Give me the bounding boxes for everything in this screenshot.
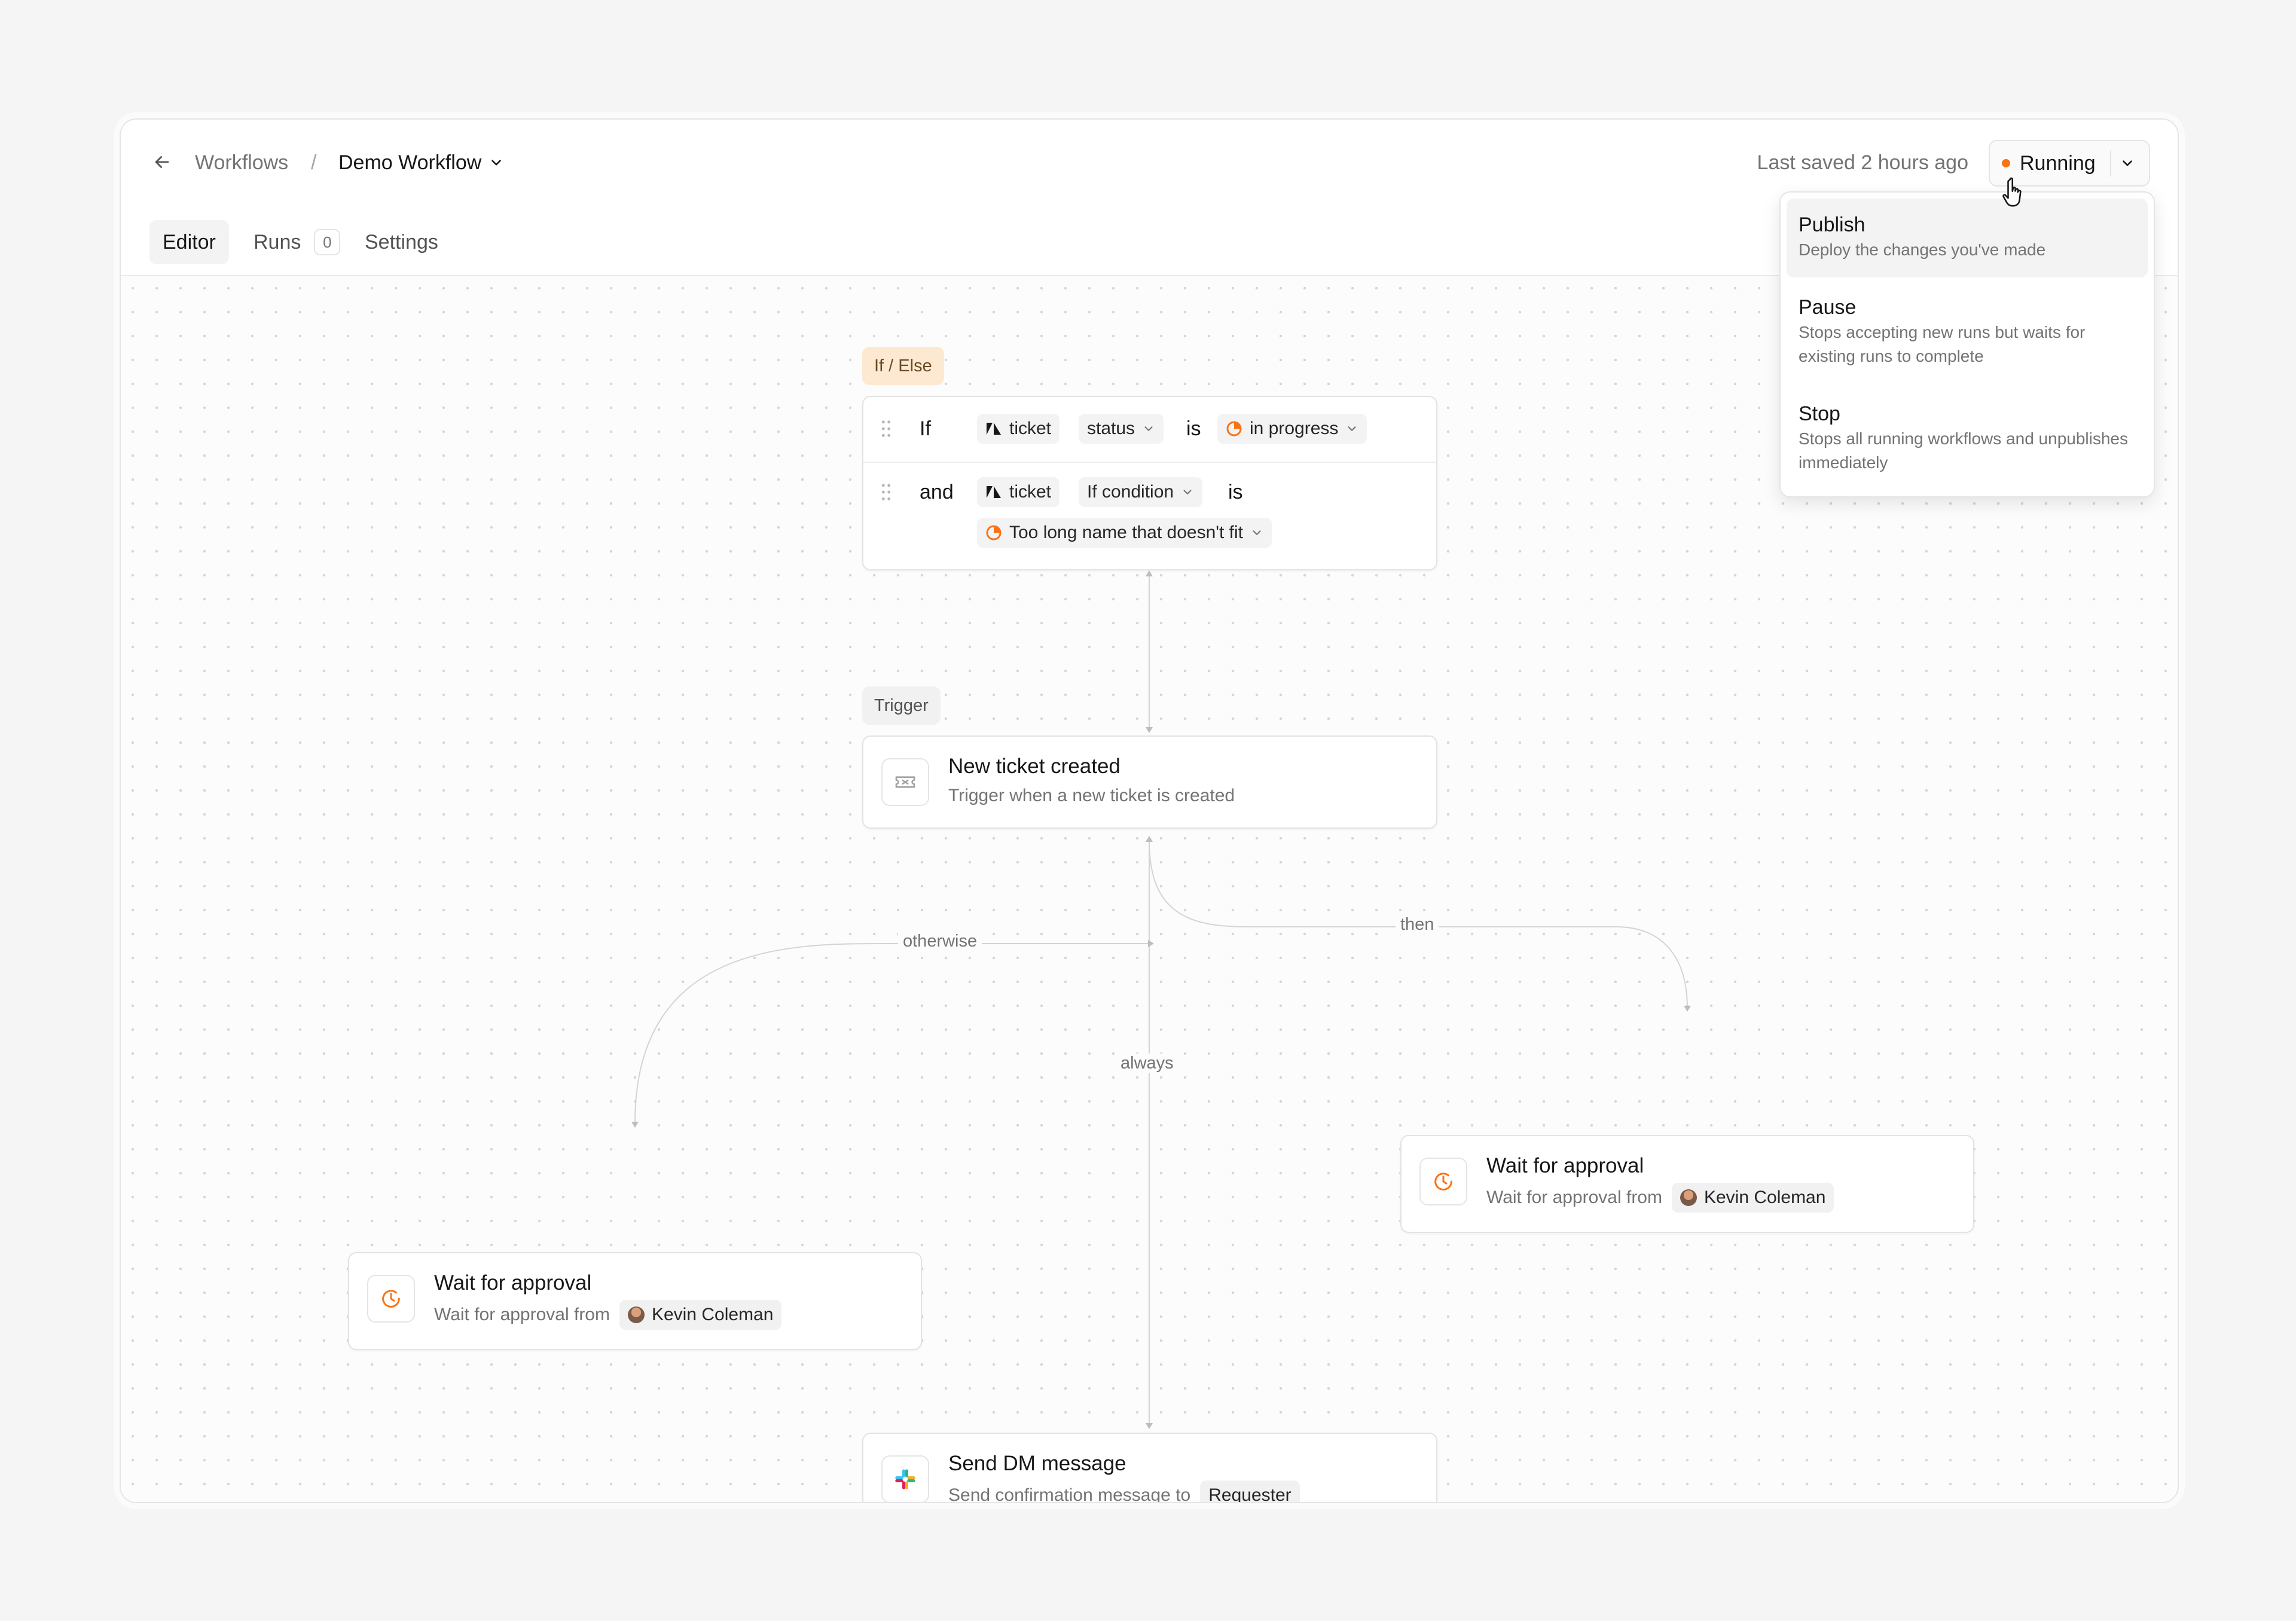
approver-chip[interactable]: Kevin Coleman (1671, 1183, 1834, 1213)
ifelse-node[interactable]: If ticket status is in progress and tick… (862, 396, 1437, 570)
chevron-down-icon (1348, 426, 1356, 431)
edge-label-then: then (1396, 915, 1439, 935)
tab-settings[interactable]: Settings (365, 220, 438, 264)
menu-item-description: Stops all running workflows and unpublis… (1799, 429, 2128, 472)
trigger-node[interactable]: New ticket created Trigger when a new ti… (862, 735, 1437, 829)
operator-label: is (1186, 417, 1201, 440)
send-dm-node[interactable]: Send DM message Send confirmation messag… (862, 1433, 1437, 1503)
workflow-name-dropdown[interactable]: Demo Workflow (338, 149, 504, 176)
tab-editor[interactable]: Editor (149, 220, 229, 264)
approver-name: Kevin Coleman (1703, 1187, 1826, 1207)
tab-runs[interactable]: Runs 0 (254, 220, 341, 264)
send-dm-subtitle: Send confirmation message to Requester (948, 1480, 1300, 1503)
condition-keyword: If (920, 417, 931, 440)
object-chip[interactable]: ticket (977, 477, 1060, 507)
field-select-label: status (1087, 419, 1135, 438)
chevron-down-icon (1144, 426, 1153, 431)
arrow-left-icon (155, 156, 169, 168)
field-select-label: If condition (1087, 482, 1174, 502)
condition-row: If ticket status is in progress (863, 397, 1436, 463)
approval-subtitle: Wait for approval from Kevin Coleman (434, 1300, 782, 1330)
field-select[interactable]: If condition (1079, 477, 1203, 507)
trigger-subtitle: Trigger when a new ticket is created (948, 786, 1235, 806)
menu-item-title: Publish (1799, 213, 1866, 236)
progress-icon (1226, 421, 1242, 436)
drag-handle-icon[interactable] (880, 483, 892, 501)
status-divider (2109, 150, 2111, 176)
menu-item-description: Stops accepting new runs but waits for e… (1799, 323, 2086, 365)
status-label: Running (2020, 151, 2096, 175)
trigger-tag: Trigger (862, 686, 941, 725)
send-dm-title: Send DM message (948, 1452, 1126, 1475)
status-dropdown-menu: Publish Deploy the changes you've made P… (1779, 191, 2155, 497)
menu-item-description: Deploy the changes you've made (1799, 240, 2046, 259)
value-select[interactable]: Too long name that doesn't fit (977, 518, 1272, 548)
zendesk-icon (987, 423, 1001, 435)
chevron-down-icon (1183, 490, 1192, 494)
condition-keyword: and (920, 481, 954, 503)
avatar (1680, 1189, 1697, 1206)
status-dot (2002, 159, 2010, 167)
workflow-name: Demo Workflow (338, 151, 482, 174)
approval-node-otherwise[interactable]: Wait for approval Wait for approval from… (348, 1252, 922, 1350)
recipient-chip[interactable]: Requester (1200, 1480, 1300, 1502)
approval-subtitle-text: Wait for approval from (1486, 1187, 1662, 1207)
edge-label-otherwise: otherwise (898, 932, 982, 951)
breadcrumb-workflows[interactable]: Workflows (195, 149, 288, 176)
last-saved-text: Last saved 2 hours ago (1757, 151, 1968, 174)
approval-subtitle: Wait for approval from Kevin Coleman (1486, 1183, 1834, 1213)
approval-subtitle-text: Wait for approval from (434, 1305, 610, 1324)
back-button[interactable] (147, 147, 177, 177)
trigger-subtitle-text: Trigger when a new ticket is created (948, 786, 1235, 805)
menu-item-title: Pause (1799, 296, 1857, 319)
chevron-down-icon (1253, 530, 1261, 535)
operator-label: is (1228, 481, 1243, 503)
chevron-down-icon (2122, 160, 2132, 166)
send-dm-subtitle-text: Send confirmation message to (948, 1485, 1191, 1503)
menu-item-title: Stop (1799, 402, 1840, 425)
slack-icon (881, 1455, 929, 1502)
object-chip[interactable]: ticket (977, 414, 1060, 444)
edge-label-always: always (1116, 1054, 1178, 1073)
progress-icon (986, 525, 1002, 541)
value-select-label: in progress (1250, 419, 1339, 438)
ifelse-tag: If / Else (862, 347, 944, 385)
menu-item-stop[interactable]: Stop Stops all running workflows and unp… (1787, 395, 2148, 490)
field-select[interactable]: status (1079, 414, 1164, 444)
value-select[interactable]: in progress (1217, 414, 1367, 444)
object-chip-label: ticket (1009, 419, 1052, 438)
menu-item-publish[interactable]: Publish Deploy the changes you've made (1787, 199, 2148, 277)
status-menu-toggle[interactable] (2120, 155, 2135, 171)
drag-handle-icon[interactable] (880, 420, 892, 438)
zendesk-icon (987, 486, 1001, 498)
tab-runs-label: Runs (254, 231, 301, 254)
value-select-label: Too long name that doesn't fit (1009, 523, 1243, 542)
runs-count-badge: 0 (314, 229, 341, 255)
approver-name: Kevin Coleman (651, 1305, 774, 1324)
clock-icon (367, 1275, 415, 1323)
ticket-icon (881, 758, 929, 806)
trigger-title: New ticket created (948, 755, 1120, 778)
approval-title: Wait for approval (434, 1271, 592, 1295)
avatar (627, 1306, 645, 1323)
approver-chip[interactable]: Kevin Coleman (619, 1300, 782, 1330)
object-chip-label: ticket (1009, 482, 1052, 502)
approval-title: Wait for approval (1486, 1154, 1644, 1177)
clock-icon (1419, 1158, 1467, 1205)
hand-pointer-cursor (2002, 177, 2022, 207)
chevron-down-icon (491, 160, 502, 166)
breadcrumb-separator: / (311, 151, 317, 174)
menu-item-pause[interactable]: Pause Stops accepting new runs but waits… (1787, 288, 2148, 384)
approval-node-then[interactable]: Wait for approval Wait for approval from… (1400, 1135, 1974, 1233)
